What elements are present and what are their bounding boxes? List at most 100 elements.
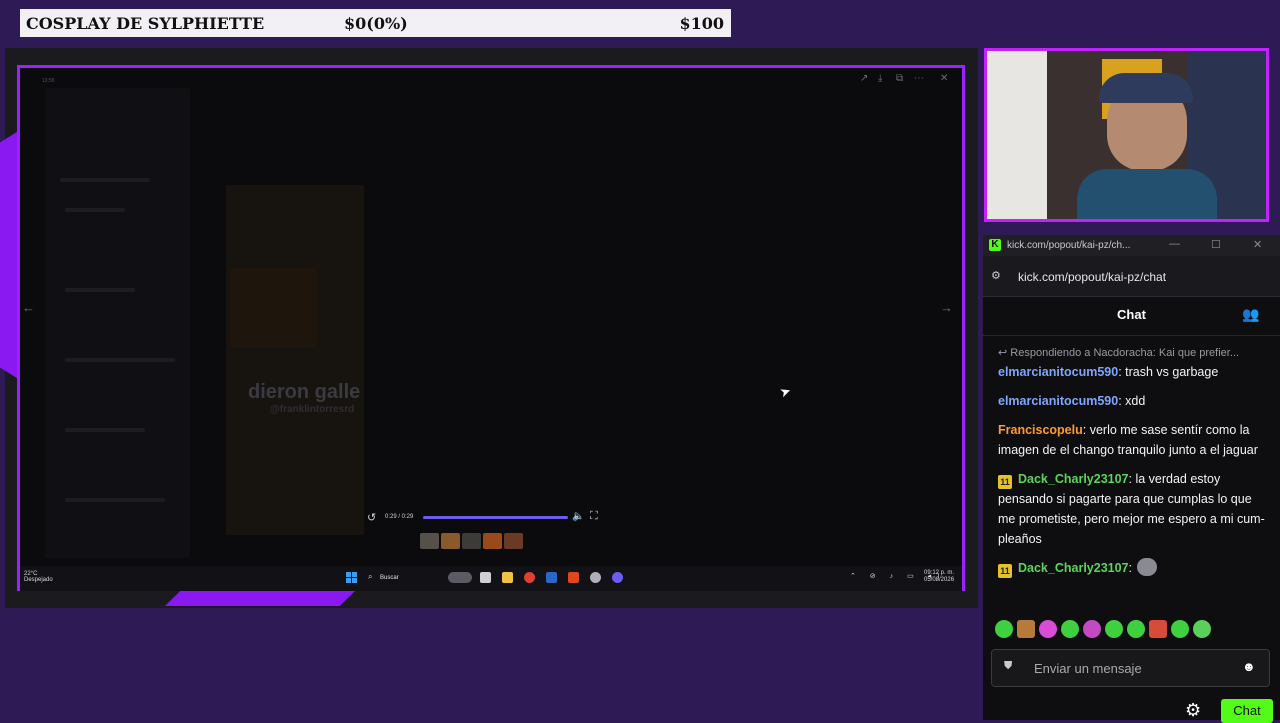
cam-person-cap xyxy=(1099,73,1193,103)
ghost-line xyxy=(60,178,150,182)
clock-time: 09:12 p. m. xyxy=(924,570,955,576)
mouse-cursor-icon: ➤ xyxy=(777,382,793,401)
shield-icon: ⛊ xyxy=(1004,660,1013,672)
sidebar-ghost xyxy=(45,88,190,558)
taskbar-clock[interactable]: 09:12 p. m. 05/08/2026 xyxy=(924,570,954,584)
video-progress-bar[interactable] xyxy=(423,516,568,519)
emote-icon[interactable] xyxy=(1017,620,1035,638)
discord-icon[interactable] xyxy=(612,572,623,583)
fullscreen-icon[interactable]: ⛶ xyxy=(590,510,598,523)
more-icon[interactable]: ⋯ xyxy=(914,73,924,84)
emote-icon[interactable] xyxy=(1149,620,1167,638)
address-url[interactable]: kick.com/popout/kai-pz/chat xyxy=(1018,270,1166,284)
chat-send-button[interactable]: Chat xyxy=(1221,699,1273,723)
word-icon[interactable] xyxy=(546,572,557,583)
share-icon[interactable]: ↗ xyxy=(860,73,868,84)
volume-icon[interactable]: 🔈 xyxy=(572,511,584,522)
weather-widget[interactable]: 22°C Despejado xyxy=(24,571,53,583)
emote-icon[interactable] xyxy=(1105,620,1123,638)
chat-header: Chat 👥 xyxy=(983,297,1280,336)
emote-icon[interactable] xyxy=(1039,620,1057,638)
chat-username[interactable]: Dack_Charly23107 xyxy=(1018,561,1129,575)
close-window-icon[interactable]: ✕ xyxy=(1253,238,1262,251)
kick-chat-window: K kick.com/popout/kai-pz/ch... — ☐ ✕ ⚙ k… xyxy=(983,235,1280,723)
goal-title: COSPLAY DE SYLPHIETTE xyxy=(26,14,265,33)
window-title: kick.com/popout/kai-pz/ch... xyxy=(1007,240,1131,251)
thumbnail[interactable] xyxy=(462,533,481,549)
webcam-feed xyxy=(984,48,1269,222)
video-time: 0:29 / 0:29 xyxy=(385,514,414,520)
emote-row xyxy=(995,620,1215,640)
download-icon[interactable]: ⤓ xyxy=(878,73,882,84)
subscriber-badge: 11 xyxy=(998,564,1012,578)
chat-messages: ↩ Respondiendo a Nacdoracha: Kai que pre… xyxy=(998,346,1270,587)
window-titlebar: K kick.com/popout/kai-pz/ch... — ☐ ✕ xyxy=(983,235,1280,256)
chat-username[interactable]: Dack_Charly23107 xyxy=(1018,472,1129,486)
chat-text: xdd xyxy=(1121,394,1146,408)
weather-condition: Despejado xyxy=(24,577,53,583)
minimize-icon[interactable]: — xyxy=(1169,238,1180,250)
emote-icon[interactable] xyxy=(1171,620,1189,638)
message-image-ghost xyxy=(226,185,364,535)
viewer-handle: @franklintorresrd xyxy=(270,404,355,415)
replay-icon[interactable]: ↺ xyxy=(367,511,376,524)
thumbnail[interactable] xyxy=(420,533,439,549)
file-explorer-icon[interactable] xyxy=(502,572,513,583)
windows-taskbar: 22°C Despejado ⌕ Buscar ⌃ ⊘ ♪ ▭ ◂) 09:12… xyxy=(20,566,962,591)
cat-emote-icon xyxy=(1137,558,1158,576)
cam-wall-left xyxy=(987,51,1047,219)
chat-username[interactable]: elmarcianitocum590 xyxy=(998,394,1118,408)
reply-text: Respondiendo a Nacdoracha: Kai que prefi… xyxy=(1010,347,1239,359)
clock-date: 05/08/2026 xyxy=(924,577,955,583)
screen-capture: 13:55 dieron galle @franklintorresrd ↗ ⤓… xyxy=(17,65,965,591)
site-settings-icon[interactable]: ⚙ xyxy=(991,269,1001,282)
emoji-picker-icon[interactable]: ☻ xyxy=(1242,659,1256,674)
overlay-bottom-bar xyxy=(165,591,355,606)
chat-input[interactable]: ⛊ Enviar un mensaje ☻ xyxy=(991,649,1270,687)
ghost-line xyxy=(65,428,145,432)
thumbnail[interactable] xyxy=(483,533,502,549)
chat-message: Franciscopelu: verlo me sase sentír como… xyxy=(998,423,1258,457)
task-view-icon[interactable] xyxy=(480,572,491,583)
thumbnail[interactable] xyxy=(441,533,460,549)
emote-icon[interactable] xyxy=(1127,620,1145,638)
emote-icon[interactable] xyxy=(1193,620,1211,638)
chat-input-placeholder: Enviar un mensaje xyxy=(1034,661,1142,676)
thumbnail[interactable] xyxy=(504,533,523,549)
app-icon[interactable] xyxy=(590,572,601,583)
kick-logo-icon: K xyxy=(989,239,1001,251)
chat-title: Chat xyxy=(1117,307,1146,322)
taskbar-widget[interactable] xyxy=(448,572,472,583)
viewer-caption: dieron galle xyxy=(248,381,361,403)
ghost-line xyxy=(65,498,165,502)
prev-arrow-icon[interactable]: ← xyxy=(22,300,35,315)
chat-message: 11 Dack_Charly23107: la verdad estoy pens… xyxy=(998,472,1265,546)
emote-icon[interactable] xyxy=(1061,620,1079,638)
search-label: Buscar xyxy=(380,575,399,581)
goal-target: $100 xyxy=(679,14,724,33)
cam-person-shirt xyxy=(1077,169,1217,219)
chat-message: 11 Dack_Charly23107: xyxy=(998,558,1270,578)
address-bar: ⚙ kick.com/popout/kai-pz/chat xyxy=(983,256,1280,297)
maximize-icon[interactable]: ☐ xyxy=(1211,238,1221,251)
small-time: 13:55 xyxy=(42,78,55,84)
chat-username[interactable]: Franciscopelu xyxy=(998,423,1083,437)
chat-message: elmarcianitocum590: trash vs garbage xyxy=(998,365,1219,379)
windows-start-icon[interactable] xyxy=(346,572,357,583)
brave-icon[interactable] xyxy=(568,572,579,583)
open-external-icon[interactable]: ⧉ xyxy=(896,73,903,84)
chrome-icon[interactable] xyxy=(524,572,535,583)
ghost-line xyxy=(65,288,135,292)
desktop-dimmed-background: 13:55 dieron galle @franklintorresrd ↗ ⤓… xyxy=(20,68,962,566)
emote-icon[interactable] xyxy=(1083,620,1101,638)
reply-context: ↩ Respondiendo a Nacdoracha: Kai que pre… xyxy=(998,347,1239,359)
chat-message: elmarcianitocum590: xdd xyxy=(998,394,1146,408)
emote-icon[interactable] xyxy=(995,620,1013,638)
users-icon[interactable]: 👥 xyxy=(1242,306,1259,323)
taskbar-search[interactable]: ⌕ Buscar xyxy=(365,571,427,585)
chat-username[interactable]: elmarcianitocum590 xyxy=(998,365,1118,379)
chat-settings-gear-icon[interactable]: ⚙ xyxy=(1185,700,1201,721)
next-arrow-icon[interactable]: → xyxy=(940,300,953,315)
close-icon[interactable]: ✕ xyxy=(940,73,948,84)
donation-goal-bar: COSPLAY DE SYLPHIETTE $0(0%) $100 xyxy=(20,9,731,37)
